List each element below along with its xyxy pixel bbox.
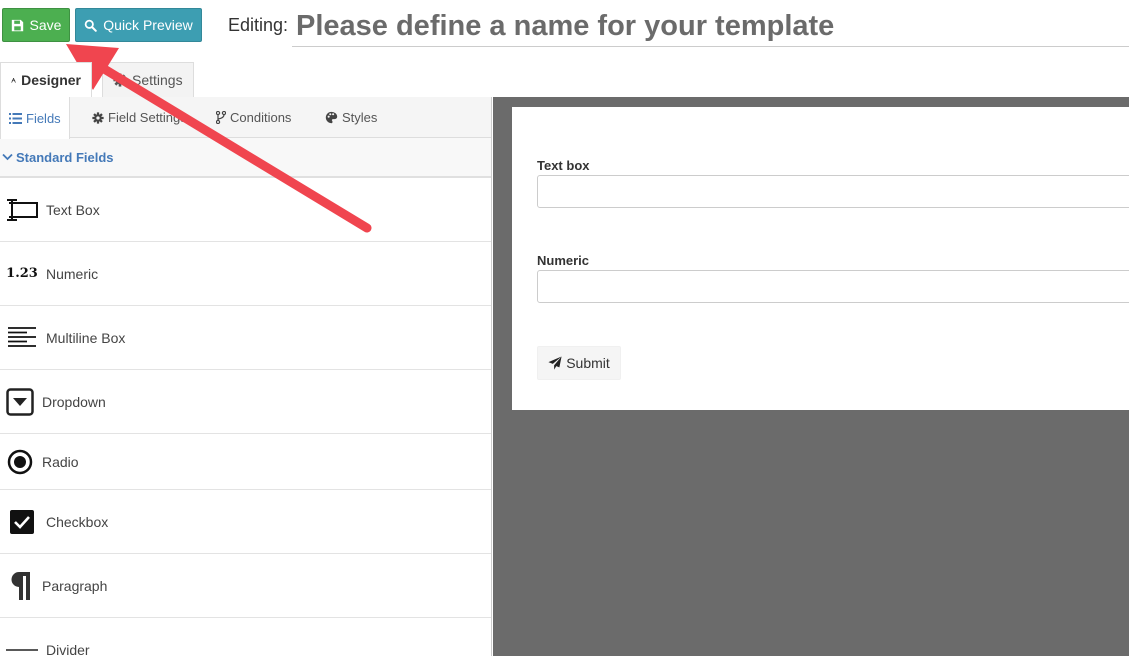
paragraph-icon: [6, 571, 34, 600]
field-item-checkbox[interactable]: Checkbox: [0, 490, 491, 554]
gear-icon: [92, 111, 104, 124]
field-item-divider[interactable]: Divider: [0, 618, 491, 656]
form-preview-card: Text box Numeric Submit: [512, 107, 1129, 410]
paper-plane-icon: [548, 356, 562, 370]
tab-designer-label: Designer: [21, 72, 81, 88]
field-item-label: Numeric: [46, 265, 99, 282]
quick-preview-button[interactable]: Quick Preview: [75, 8, 202, 42]
designer-icon: [11, 77, 16, 83]
field-item-label: Paragraph: [42, 577, 108, 594]
tab-fields-label: Fields: [26, 110, 61, 126]
textbox-field-input[interactable]: [537, 175, 1129, 208]
quick-preview-label: Quick Preview: [103, 17, 193, 33]
field-item-paragraph[interactable]: Paragraph: [0, 554, 491, 618]
submit-button-label: Submit: [566, 355, 610, 371]
tab-settings[interactable]: Settings: [102, 62, 194, 97]
radio-icon: [6, 448, 34, 476]
numeric-icon-text: 1.23: [6, 266, 38, 281]
tab-settings-label: Settings: [132, 72, 183, 88]
left-panel: Fields Field Settings Conditions Styles …: [0, 97, 492, 656]
floppy-disk-icon: [11, 19, 23, 31]
dropdown-icon: [6, 387, 34, 416]
numeric-field-input[interactable]: [537, 270, 1129, 303]
template-name-input[interactable]: [292, 7, 1129, 47]
field-item-label: Checkbox: [46, 513, 109, 530]
field-item-label: Dropdown: [42, 393, 106, 410]
field-item-label: Radio: [42, 453, 79, 470]
branch-icon: [216, 111, 226, 124]
editing-label: Editing:: [228, 15, 289, 35]
field-item-label: Text Box: [46, 201, 100, 218]
multiline-icon: [6, 324, 38, 352]
tab-designer[interactable]: Designer: [0, 62, 92, 97]
standard-fields-header[interactable]: Standard Fields: [0, 138, 491, 178]
field-item-dropdown[interactable]: Dropdown: [0, 370, 491, 434]
tab-styles[interactable]: Styles: [325, 97, 377, 138]
textbox-icon: [6, 196, 38, 224]
textbox-field-label: Text box: [537, 158, 590, 173]
field-item-numeric[interactable]: 1.23 Numeric: [0, 242, 491, 306]
numeric-field-label: Numeric: [537, 253, 590, 268]
tab-styles-label: Styles: [342, 110, 378, 125]
sub-tabs: Fields Field Settings Conditions Styles: [0, 97, 491, 139]
field-item-text-box[interactable]: Text Box: [0, 178, 491, 242]
checkbox-icon: [6, 508, 38, 536]
field-item-label: Multiline Box: [46, 329, 126, 346]
main-tabs: Designer Settings: [0, 60, 492, 97]
tab-conditions-label: Conditions: [230, 110, 292, 125]
tab-field-settings-label: Field Settings: [108, 110, 187, 125]
divider-icon: [6, 636, 38, 656]
tab-field-settings[interactable]: Field Settings: [92, 97, 187, 138]
save-button-label: Save: [29, 17, 62, 33]
tab-conditions[interactable]: Conditions: [216, 97, 291, 138]
form-canvas: Text box Numeric Submit: [493, 97, 1129, 656]
field-item-multiline-box[interactable]: Multiline Box: [0, 306, 491, 370]
tab-fields[interactable]: Fields: [0, 97, 70, 139]
top-toolbar: Save Quick Preview Editing:: [0, 0, 1129, 60]
field-item-radio[interactable]: Radio: [0, 434, 491, 490]
field-item-label: Divider: [46, 641, 90, 656]
list-icon: [9, 112, 22, 124]
palette-icon: [325, 111, 338, 124]
numeric-icon: 1.23: [6, 260, 38, 288]
section-title: Standard Fields: [16, 149, 114, 165]
submit-button[interactable]: Submit: [537, 346, 621, 380]
save-button[interactable]: Save: [2, 8, 70, 42]
chevron-down-icon: [2, 153, 13, 161]
gear-icon: [113, 73, 127, 87]
search-icon: [84, 19, 98, 32]
